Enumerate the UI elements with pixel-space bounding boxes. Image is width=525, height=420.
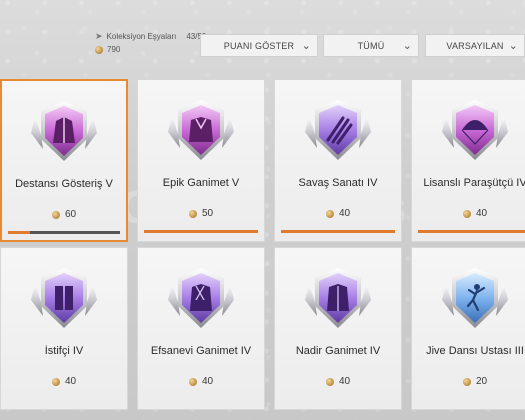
- item-card[interactable]: Nadir Ganimet IV 40: [274, 247, 402, 410]
- chevron-down-icon: ⌄: [508, 40, 518, 52]
- coin-icon: [51, 377, 60, 386]
- item-card[interactable]: Savaş Sanatı IV 40: [274, 79, 402, 242]
- collection-info: ➤ Koleksiyon Eşyaları 43/59 790: [95, 30, 206, 56]
- item-name: Savaş Sanatı IV: [298, 177, 378, 189]
- category-dropdown-label: TÜMÜ: [357, 40, 385, 51]
- item-price-value: 40: [475, 208, 488, 219]
- item-price: 40: [138, 376, 264, 387]
- item-price: 50: [138, 208, 264, 219]
- item-card[interactable]: Destansı Gösteriş V 60: [0, 79, 128, 242]
- item-name: Destansı Gösteriş V: [15, 178, 113, 190]
- coin-icon: [325, 377, 334, 386]
- item-card[interactable]: Epik Ganimet V 50: [137, 79, 265, 242]
- claw-slash-icon: [303, 98, 373, 164]
- robe-icon: [166, 266, 236, 332]
- collection-tag-icon: ➤: [95, 31, 103, 41]
- item-price: 40: [275, 208, 401, 219]
- item-card[interactable]: Jive Dansı Ustası III 20: [411, 247, 525, 410]
- item-card[interactable]: Efsanevi Ganimet IV 40: [137, 247, 265, 410]
- coin-icon: [51, 210, 60, 219]
- item-price-value: 20: [475, 376, 488, 387]
- item-price-value: 60: [64, 209, 77, 220]
- item-price-value: 50: [201, 208, 214, 219]
- coat-icon: [303, 266, 373, 332]
- item-price-value: 40: [338, 208, 351, 219]
- item-name: Nadir Ganimet IV: [295, 345, 381, 357]
- coin-icon: [188, 209, 197, 218]
- item-price: 20: [412, 376, 525, 387]
- coin-amount: 790: [107, 45, 121, 54]
- item-name: Lisanslı Paraşütçü IV: [423, 177, 525, 189]
- locker-icon: [29, 266, 99, 332]
- item-price-value: 40: [338, 376, 351, 387]
- item-price: 40: [412, 208, 525, 219]
- item-price: 60: [2, 209, 126, 220]
- item-card[interactable]: Lisanslı Paraşütçü IV 40: [411, 79, 525, 242]
- points-dropdown-label: PUANI GÖSTER: [223, 40, 295, 51]
- coin-icon: [462, 377, 471, 386]
- item-name: İstifçi IV: [44, 345, 84, 357]
- parachute-icon: [440, 98, 510, 164]
- item-price: 40: [1, 376, 127, 387]
- item-progress-bar: [144, 230, 258, 233]
- item-name: Jive Dansı Ustası III: [426, 345, 524, 357]
- kimono-icon: [166, 98, 236, 164]
- coin-icon: [325, 209, 334, 218]
- points-dropdown[interactable]: PUANI GÖSTER ⌄: [200, 34, 318, 57]
- item-price-value: 40: [201, 376, 214, 387]
- category-dropdown[interactable]: TÜMÜ ⌄: [323, 34, 419, 57]
- jacket-icon: [29, 99, 99, 165]
- item-price: 40: [275, 376, 401, 387]
- item-price-value: 40: [64, 376, 77, 387]
- sort-dropdown[interactable]: VARSAYILAN ⌄: [425, 34, 525, 57]
- coin-icon: [462, 209, 471, 218]
- item-name: Efsanevi Ganimet IV: [150, 345, 252, 357]
- item-progress-fill: [144, 230, 258, 233]
- item-card[interactable]: İstifçi IV 40: [0, 247, 128, 410]
- coin-icon: [95, 45, 103, 54]
- coin-icon: [188, 377, 197, 386]
- item-progress-bar: [8, 231, 120, 234]
- sort-dropdown-label: VARSAYILAN: [446, 40, 504, 51]
- item-progress-fill: [418, 230, 525, 233]
- dancer-icon: [440, 266, 510, 332]
- collection-label: Koleksiyon Eşyaları: [106, 32, 177, 41]
- chevron-down-icon: ⌄: [301, 40, 311, 52]
- item-progress-bar: [418, 230, 525, 233]
- item-progress-bar: [281, 230, 395, 233]
- item-progress-fill: [281, 230, 395, 233]
- item-progress-fill: [8, 231, 31, 234]
- chevron-down-icon: ⌄: [402, 40, 412, 52]
- item-name: Epik Ganimet V: [162, 177, 240, 189]
